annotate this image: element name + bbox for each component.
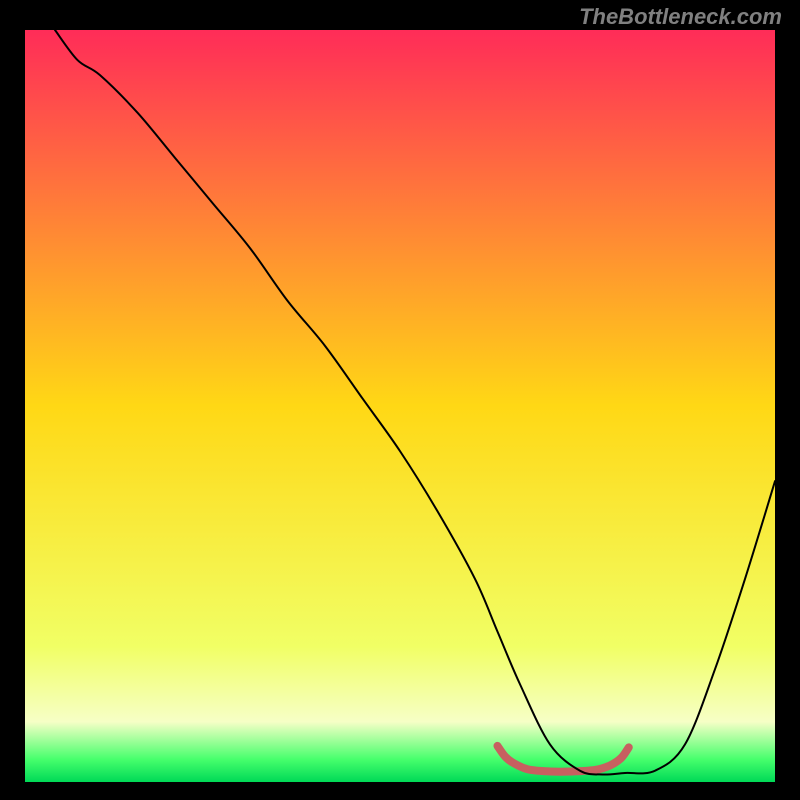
frame-left [0,0,25,800]
chart-svg [0,0,800,800]
frame-right [775,0,800,800]
frame-bottom [0,782,800,800]
watermark-text: TheBottleneck.com [579,4,782,30]
chart-container [0,0,800,800]
plot-background [25,30,775,782]
